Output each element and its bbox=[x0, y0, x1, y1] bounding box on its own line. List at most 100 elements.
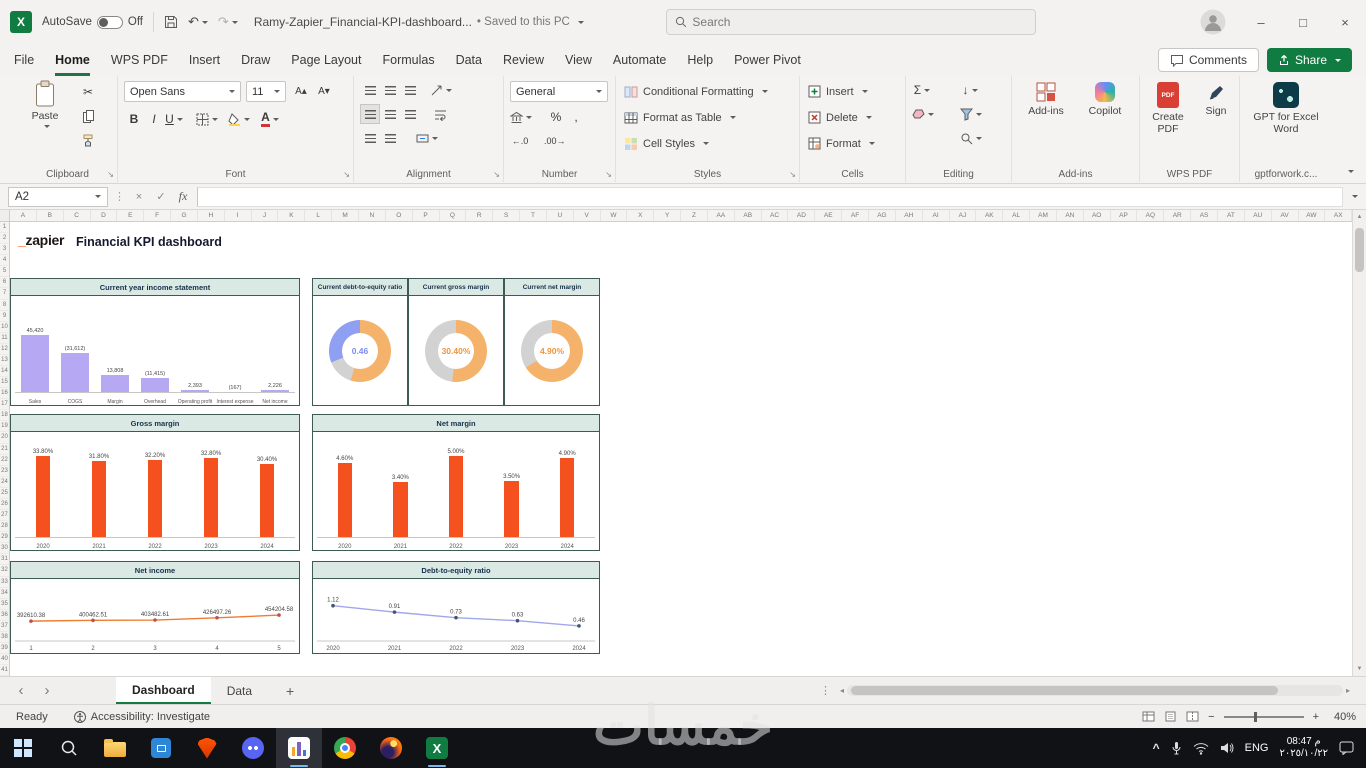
scroll-down-button[interactable]: ▼ bbox=[1357, 662, 1363, 676]
column-header[interactable]: Y bbox=[654, 210, 682, 221]
sheet-tab-data[interactable]: Data bbox=[211, 677, 268, 704]
fill-button[interactable]: ↓ bbox=[960, 80, 980, 100]
column-header[interactable]: R bbox=[466, 210, 494, 221]
merge-center-button[interactable] bbox=[416, 128, 438, 148]
share-button[interactable]: Share bbox=[1266, 48, 1352, 72]
row-header[interactable]: 14 bbox=[0, 366, 9, 378]
column-header[interactable]: AT bbox=[1218, 210, 1245, 221]
addins-button[interactable]: Add-ins bbox=[1020, 82, 1072, 117]
dialog-launcher-icon[interactable]: ↘ bbox=[493, 170, 500, 179]
row-header[interactable]: 18 bbox=[0, 410, 9, 422]
column-header[interactable]: J bbox=[252, 210, 279, 221]
microphone-icon[interactable] bbox=[1171, 741, 1182, 755]
column-header[interactable]: W bbox=[601, 210, 628, 221]
align-top-button[interactable] bbox=[360, 80, 380, 100]
sheet-nav-right-button[interactable]: › bbox=[34, 682, 60, 699]
column-header[interactable]: U bbox=[547, 210, 574, 221]
borders-button[interactable] bbox=[196, 109, 218, 129]
align-middle-button[interactable] bbox=[380, 80, 400, 100]
scroll-track[interactable] bbox=[1353, 224, 1366, 662]
sheet-tab-dashboard[interactable]: Dashboard bbox=[116, 677, 211, 704]
row-header[interactable]: 38 bbox=[0, 632, 9, 643]
column-header[interactable]: AK bbox=[976, 210, 1004, 221]
column-header[interactable]: AR bbox=[1164, 210, 1192, 221]
menu-tab-file[interactable]: File bbox=[14, 44, 34, 76]
row-header[interactable]: 37 bbox=[0, 621, 9, 632]
column-header[interactable]: K bbox=[278, 210, 306, 221]
notifications-icon[interactable] bbox=[1339, 741, 1354, 755]
orientation-button[interactable] bbox=[430, 80, 452, 100]
zoom-in-button[interactable]: + bbox=[1313, 711, 1319, 723]
column-header[interactable]: P bbox=[413, 210, 440, 221]
gpt-for-excel-button[interactable]: GPT for Excel Word bbox=[1246, 82, 1326, 135]
row-header[interactable]: 28 bbox=[0, 521, 9, 533]
maximize-button[interactable]: □ bbox=[1282, 0, 1324, 44]
row-header[interactable]: 29 bbox=[0, 532, 9, 544]
find-select-button[interactable] bbox=[960, 128, 982, 148]
scroll-thumb[interactable] bbox=[1355, 228, 1364, 272]
column-header[interactable]: AQ bbox=[1137, 210, 1165, 221]
fill-color-button[interactable] bbox=[228, 109, 250, 129]
column-header[interactable]: AX bbox=[1325, 210, 1353, 221]
format-cells-button[interactable]: Format bbox=[808, 133, 875, 154]
horizontal-scrollbar[interactable]: ◂ ▸ bbox=[840, 684, 1350, 697]
scroll-right-button[interactable]: ▸ bbox=[1346, 686, 1350, 695]
menu-tab-review[interactable]: Review bbox=[503, 44, 544, 76]
align-center-button[interactable] bbox=[380, 104, 400, 124]
chrome-button[interactable] bbox=[322, 728, 368, 768]
row-header[interactable]: 15 bbox=[0, 377, 9, 389]
column-header[interactable]: S bbox=[493, 210, 521, 221]
italic-button[interactable]: I bbox=[144, 109, 164, 129]
row-header[interactable]: 40 bbox=[0, 654, 9, 666]
column-header[interactable]: AH bbox=[896, 210, 923, 221]
row-header[interactable]: 9 bbox=[0, 311, 9, 322]
column-header[interactable]: B bbox=[37, 210, 64, 221]
document-title[interactable]: Ramy-Zapier_Financial-KPI-dashboard... •… bbox=[254, 15, 584, 29]
column-header[interactable]: AB bbox=[735, 210, 762, 221]
create-pdf-button[interactable]: PDF Create PDF bbox=[1144, 82, 1192, 135]
clear-button[interactable] bbox=[912, 104, 934, 124]
autosave-switch[interactable] bbox=[96, 15, 123, 29]
sort-filter-button[interactable] bbox=[960, 104, 982, 124]
row-header[interactable]: 17 bbox=[0, 399, 9, 411]
menu-tab-formulas[interactable]: Formulas bbox=[382, 44, 434, 76]
column-header[interactable]: AO bbox=[1084, 210, 1111, 221]
font-size-select[interactable]: 11 bbox=[246, 81, 286, 102]
align-right-button[interactable] bbox=[400, 104, 420, 124]
h-scroll-track[interactable] bbox=[847, 685, 1343, 696]
increase-font-size-button[interactable]: A▴ bbox=[291, 81, 311, 101]
dialog-launcher-icon[interactable]: ↘ bbox=[605, 170, 612, 179]
cancel-button[interactable]: × bbox=[131, 191, 147, 203]
row-header[interactable]: 7 bbox=[0, 288, 9, 300]
menu-tab-wps-pdf[interactable]: WPS PDF bbox=[111, 44, 168, 76]
comma-style-button[interactable]: , bbox=[566, 107, 586, 127]
taskbar-search-button[interactable] bbox=[46, 728, 92, 768]
column-header[interactable]: C bbox=[64, 210, 91, 221]
align-bottom-button[interactable] bbox=[400, 80, 420, 100]
column-header[interactable]: AI bbox=[923, 210, 950, 221]
column-header[interactable]: F bbox=[144, 210, 172, 221]
row-header[interactable]: 31 bbox=[0, 554, 9, 566]
row-header[interactable]: 12 bbox=[0, 344, 9, 355]
save-button[interactable] bbox=[164, 15, 178, 29]
column-header[interactable]: AE bbox=[815, 210, 843, 221]
menu-tab-page-layout[interactable]: Page Layout bbox=[291, 44, 361, 76]
column-header[interactable]: A bbox=[10, 210, 37, 221]
row-header[interactable]: 41 bbox=[0, 665, 9, 677]
accounting-format-button[interactable] bbox=[510, 107, 532, 127]
redo-button[interactable]: ↷ bbox=[218, 14, 238, 30]
row-header[interactable]: 22 bbox=[0, 455, 9, 466]
paste-button[interactable]: Paste bbox=[22, 80, 68, 129]
copilot-button[interactable]: Copilot bbox=[1078, 82, 1132, 117]
column-header[interactable]: G bbox=[171, 210, 198, 221]
increase-indent-button[interactable] bbox=[380, 128, 400, 148]
stats-app-button[interactable] bbox=[276, 728, 322, 768]
number-format-select[interactable]: General bbox=[510, 81, 608, 102]
copy-button[interactable] bbox=[78, 106, 98, 126]
row-header[interactable]: 34 bbox=[0, 588, 9, 599]
row-header[interactable]: 10 bbox=[0, 322, 9, 333]
underline-button[interactable]: U bbox=[164, 109, 184, 129]
row-header[interactable]: 30 bbox=[0, 543, 9, 555]
row-header[interactable]: 33 bbox=[0, 577, 9, 588]
search-input[interactable] bbox=[692, 15, 1027, 29]
